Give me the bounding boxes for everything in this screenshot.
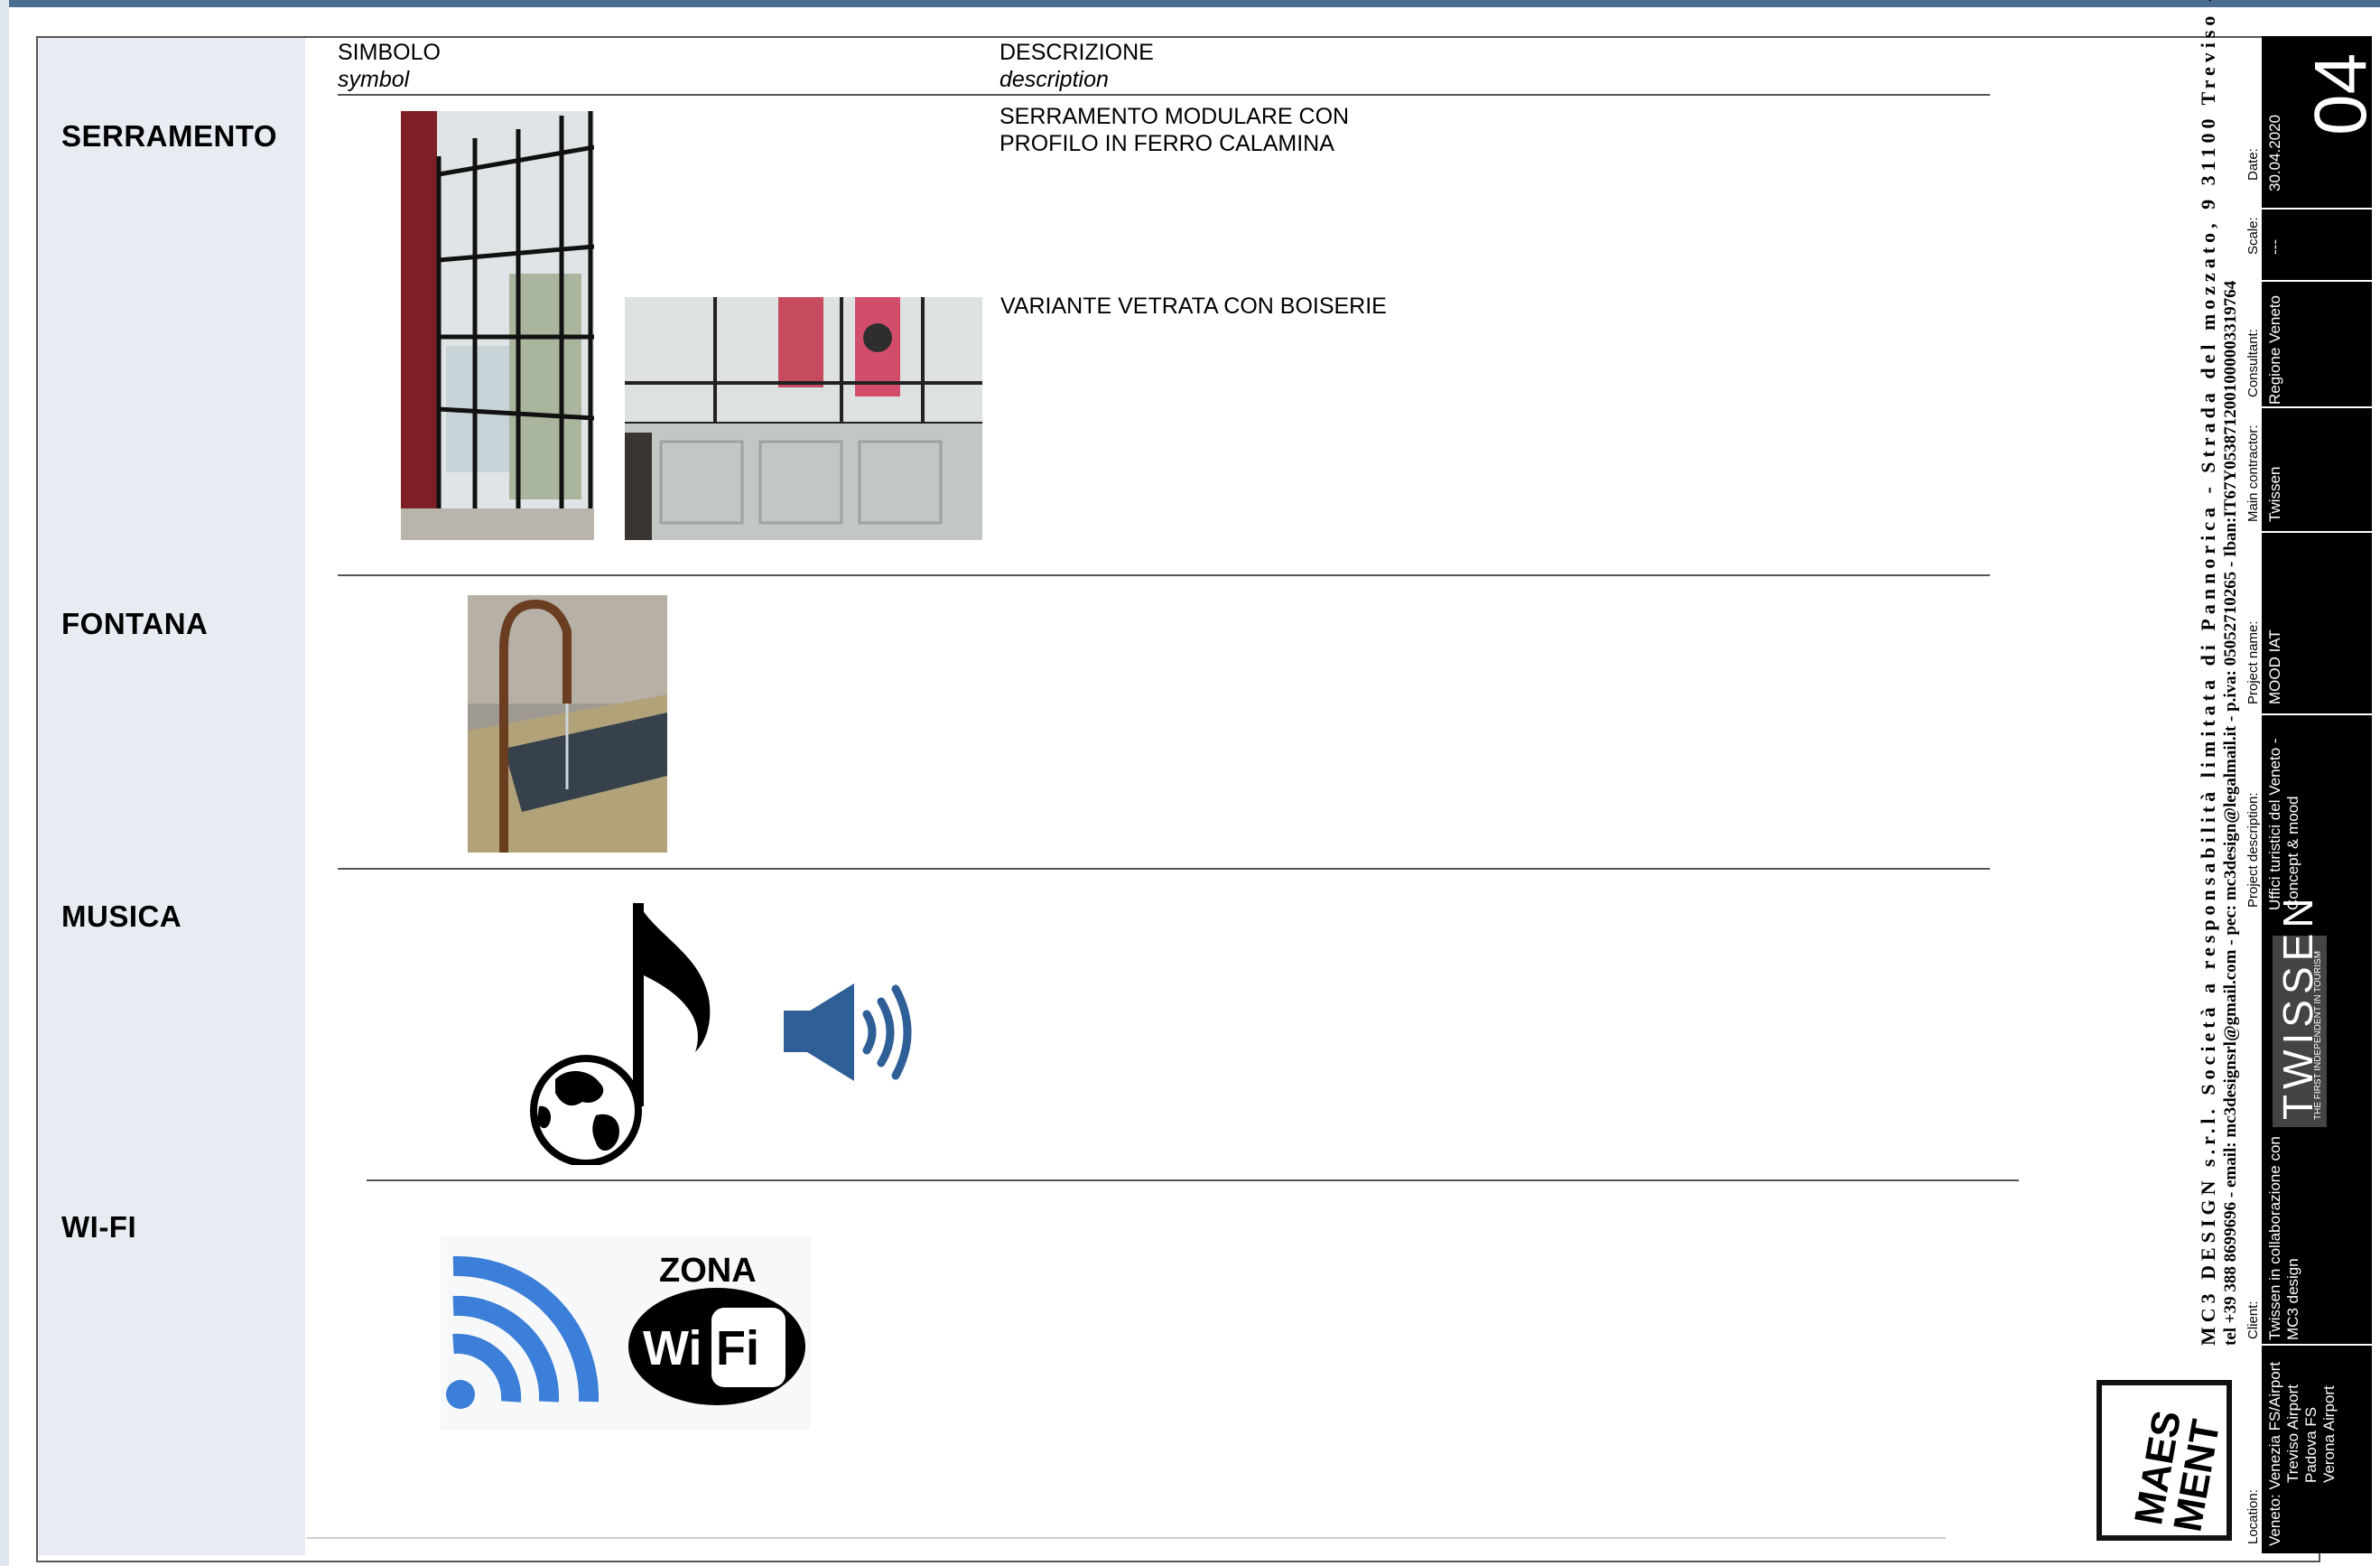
scale-value: --- <box>2266 239 2283 255</box>
row-divider-3 <box>367 1179 2019 1181</box>
speaker-icon <box>782 982 917 1083</box>
description-serramento: SERRAMENTO MODULARE CON PROFILO IN FERRO… <box>999 104 1350 156</box>
wifi-fi-text: Fi <box>716 1321 759 1375</box>
client-label: Client: <box>2245 1300 2261 1339</box>
boiserie-photo <box>625 297 982 540</box>
category-wifi: WI-FI <box>61 1210 137 1244</box>
header-description-en: description <box>999 67 1109 92</box>
client-value-2: MC3 design <box>2284 1258 2301 1340</box>
company-line-2: tel +39 388 8699696 - email: mc3designsr… <box>2221 280 2240 1346</box>
header-divider <box>338 94 1990 96</box>
project-name-value: MOOD IAT <box>2266 629 2283 704</box>
location-value-3: Padova FS <box>2302 1406 2320 1483</box>
music-note-globe-icon <box>519 899 718 1165</box>
wifi-zona-text: ZONA <box>659 1252 757 1290</box>
wifi-wi-text: Wi <box>643 1321 702 1375</box>
location-value-1: Veneto: Venezia FS/Airport <box>2266 1361 2283 1546</box>
glass-partition-photo <box>401 111 594 540</box>
date-value: 30.04.2020 <box>2266 114 2283 191</box>
header-symbol: SIMBOLO <box>338 40 441 65</box>
twissen-tagline: THE FIRST INDEPENDENT IN TOURISM <box>2313 950 2323 1120</box>
window-top-border <box>0 0 2380 7</box>
date-label: Date: <box>2245 148 2261 181</box>
fountain-photo <box>468 595 667 853</box>
location-label: Location: <box>2245 1489 2261 1544</box>
row-divider-2 <box>338 868 1990 870</box>
consultant-label: Consultant: <box>2245 329 2261 397</box>
header-symbol-en: symbol <box>338 67 410 92</box>
main-contractor-label: Main contractor: <box>2245 424 2261 522</box>
header-description: DESCRIZIONE <box>999 40 1154 65</box>
row-divider-1 <box>338 574 1990 576</box>
description-variante: VARIANTE VETRATA CON BOISERIE <box>1000 294 1387 319</box>
company-line-1: MC3 DESIGN s.r.l. Società a responsabili… <box>2197 0 2219 1346</box>
category-fontana: FONTANA <box>61 607 209 640</box>
sheet-number: 04 <box>2300 52 2380 135</box>
main-contractor-value: Twissen <box>2266 466 2283 522</box>
window-left-border <box>0 0 9 1566</box>
category-column <box>38 38 305 1555</box>
location-value-2: Treviso Airport <box>2284 1384 2301 1483</box>
scale-label: Scale: <box>2245 217 2261 255</box>
consultant-value: Regione Veneto <box>2266 295 2283 405</box>
category-serramento: SERRAMENTO <box>61 119 278 153</box>
category-musica: MUSICA <box>61 900 182 933</box>
bottom-divider <box>307 1537 1946 1539</box>
drawing-sheet <box>36 36 2320 1562</box>
project-description-value-1: Uffici turistici del Veneto - <box>2266 738 2283 910</box>
client-value-1: Twissen in collaborazione con <box>2266 1136 2283 1340</box>
project-description-label: Project description: <box>2245 792 2261 908</box>
project-name-label: Project name: <box>2245 620 2261 704</box>
maesment-logo: MAES MENT <box>2096 1380 2232 1541</box>
location-value-4: Verona Airport <box>2320 1385 2338 1483</box>
